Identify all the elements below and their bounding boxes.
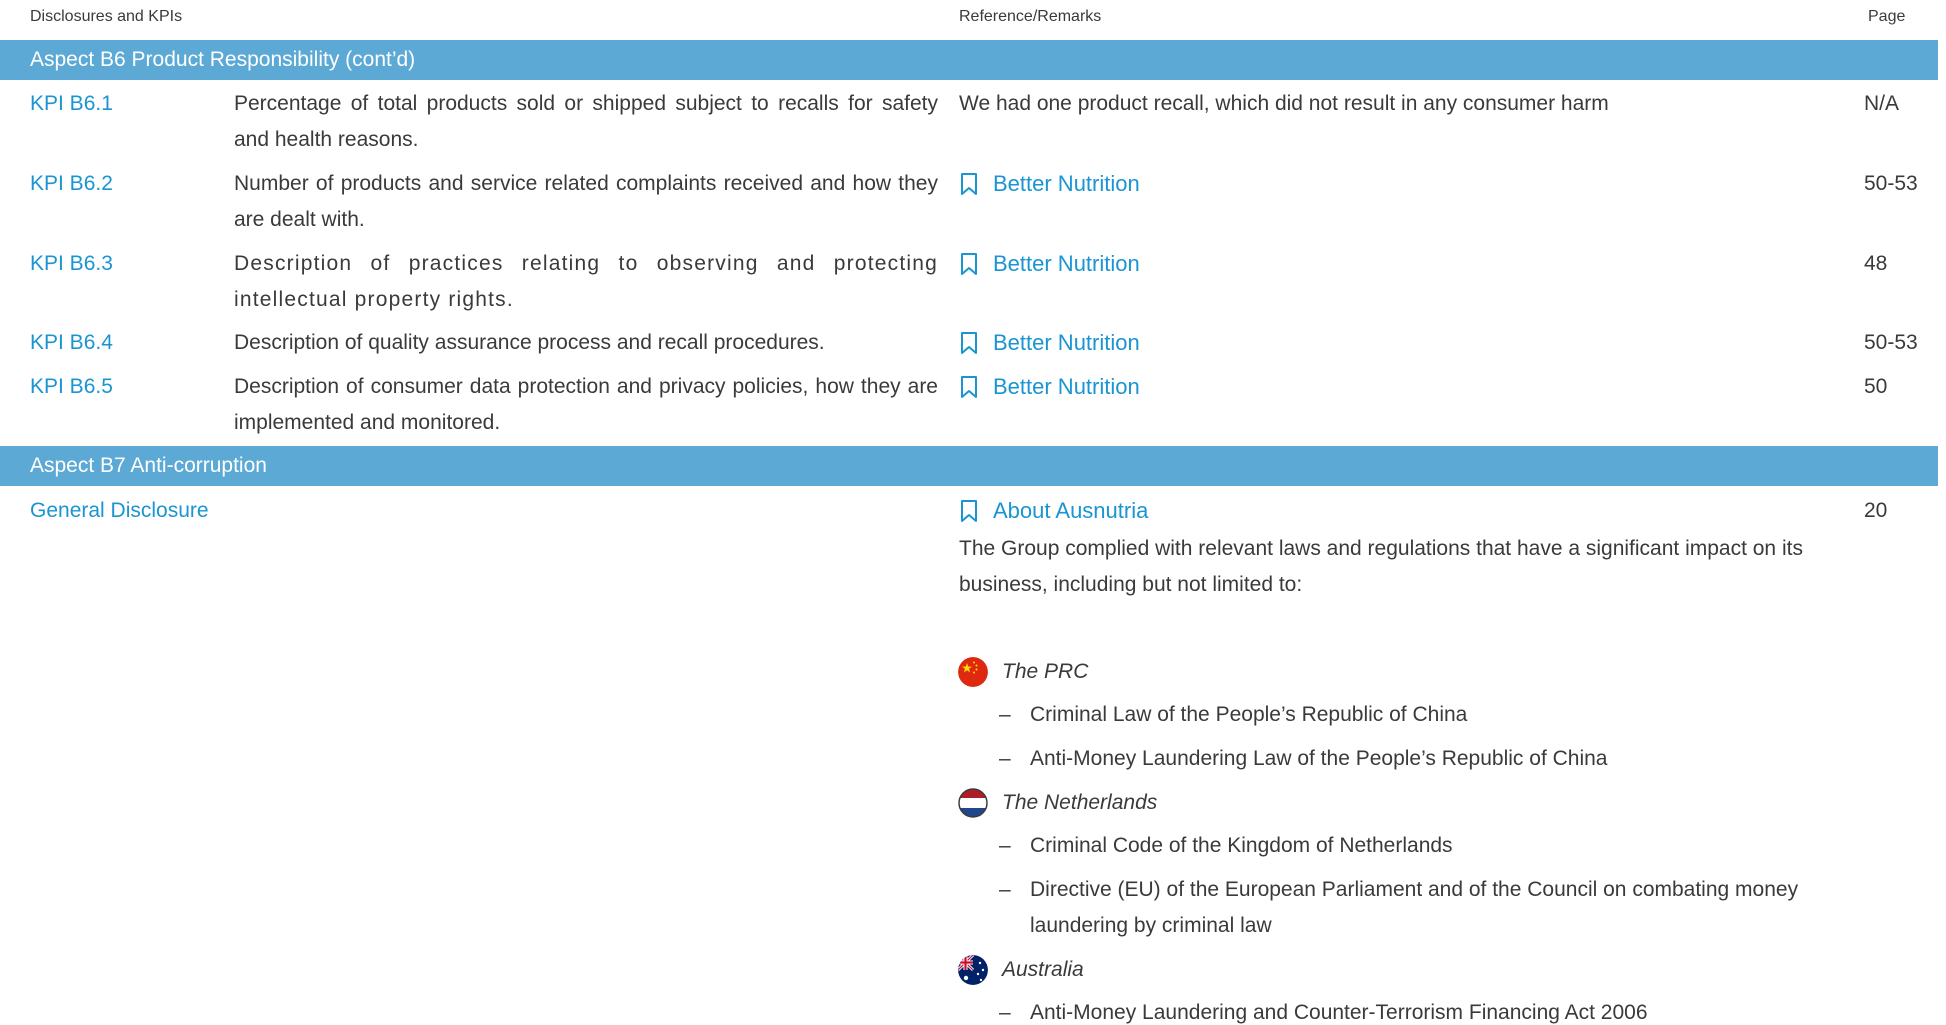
law-name: Directive (EU) of the European Parliamen…	[1030, 878, 1799, 937]
column-header-reference: Reference/Remarks	[959, 8, 1102, 25]
jurisdiction-australia: Australia	[958, 952, 1084, 988]
kpi-description: Description of consumer data protection …	[234, 375, 938, 434]
law-item: – Directive (EU) of the European Parliam…	[999, 872, 1859, 944]
jurisdiction-prc: The PRC	[958, 654, 1088, 690]
jurisdiction-netherlands: The Netherlands	[958, 785, 1157, 821]
law-item: – Anti-Money Laundering and Counter-Terr…	[999, 995, 1859, 1025]
page-number: 50-53	[1864, 331, 1918, 354]
bookmark-icon	[961, 332, 977, 354]
law-name: Criminal Law of the People’s Republic of…	[1030, 703, 1468, 726]
kpi-description: Description of quality assurance process…	[234, 331, 825, 354]
page-number: 50	[1864, 375, 1888, 398]
page-number: 20	[1864, 499, 1888, 522]
general-disclosure-link[interactable]: General Disclosure	[30, 493, 209, 529]
dash-bullet: –	[999, 703, 1011, 726]
kpi-description: Description of practices relating to obs…	[234, 252, 938, 311]
reference-label: Better Nutrition	[993, 330, 1140, 355]
dash-bullet: –	[999, 834, 1011, 857]
kpi-b6-5-link[interactable]: KPI B6.5	[30, 369, 113, 405]
better-nutrition-link[interactable]: Better Nutrition	[959, 246, 1859, 282]
australia-flag-icon	[958, 955, 988, 985]
reference-label: Better Nutrition	[993, 171, 1140, 196]
law-item: – Criminal Code of the Kingdom of Nether…	[999, 828, 1859, 864]
reference-label: About Ausnutria	[993, 498, 1149, 523]
page-number: 50-53	[1864, 172, 1918, 195]
law-name: Anti-Money Laundering and Counter-Terror…	[1030, 1001, 1648, 1024]
better-nutrition-link[interactable]: Better Nutrition	[959, 166, 1859, 202]
kpi-b6-4-link[interactable]: KPI B6.4	[30, 325, 113, 361]
aspect-b7-header: Aspect B7 Anti-corruption	[0, 446, 1938, 486]
law-name: Anti-Money Laundering Law of the People’…	[1030, 747, 1608, 770]
about-ausnutria-link[interactable]: About Ausnutria	[959, 493, 1859, 529]
kpi-description: Number of products and service related c…	[234, 172, 938, 231]
jurisdiction-name: The Netherlands	[1002, 791, 1158, 814]
better-nutrition-link[interactable]: Better Nutrition	[959, 325, 1859, 361]
reference-label: Better Nutrition	[993, 251, 1140, 276]
law-item: – Criminal Law of the People’s Republic …	[999, 697, 1859, 733]
dash-bullet: –	[999, 747, 1011, 770]
better-nutrition-link[interactable]: Better Nutrition	[959, 369, 1859, 405]
china-flag-icon	[958, 657, 988, 687]
compliance-intro: The Group complied with relevant laws an…	[959, 537, 1803, 596]
bookmark-icon	[961, 500, 977, 522]
kpi-remark: We had one product recall, which did not…	[959, 92, 1609, 115]
column-header-disclosures: Disclosures and KPIs	[30, 8, 183, 25]
dash-bullet: –	[999, 1001, 1011, 1024]
reference-label: Better Nutrition	[993, 374, 1140, 399]
bookmark-icon	[961, 253, 977, 275]
jurisdiction-name: Australia	[1002, 958, 1084, 981]
law-item: – Anti-Money Laundering Law of the Peopl…	[999, 741, 1859, 777]
kpi-b6-3-link[interactable]: KPI B6.3	[30, 246, 113, 282]
column-header-page: Page	[1868, 8, 1906, 25]
aspect-b6-header: Aspect B6 Product Responsibility (cont’d…	[0, 40, 1938, 80]
dash-bullet: –	[999, 878, 1011, 901]
bookmark-icon	[961, 376, 977, 398]
kpi-b6-1-link[interactable]: KPI B6.1	[30, 86, 113, 122]
bookmark-icon	[961, 173, 977, 195]
kpi-description: Percentage of total products sold or shi…	[234, 92, 938, 151]
netherlands-flag-icon	[958, 788, 988, 818]
kpi-b6-2-link[interactable]: KPI B6.2	[30, 166, 113, 202]
jurisdiction-name: The PRC	[1002, 660, 1089, 683]
page-number: N/A	[1864, 92, 1900, 115]
law-name: Criminal Code of the Kingdom of Netherla…	[1030, 834, 1453, 857]
page-number: 48	[1864, 252, 1888, 275]
